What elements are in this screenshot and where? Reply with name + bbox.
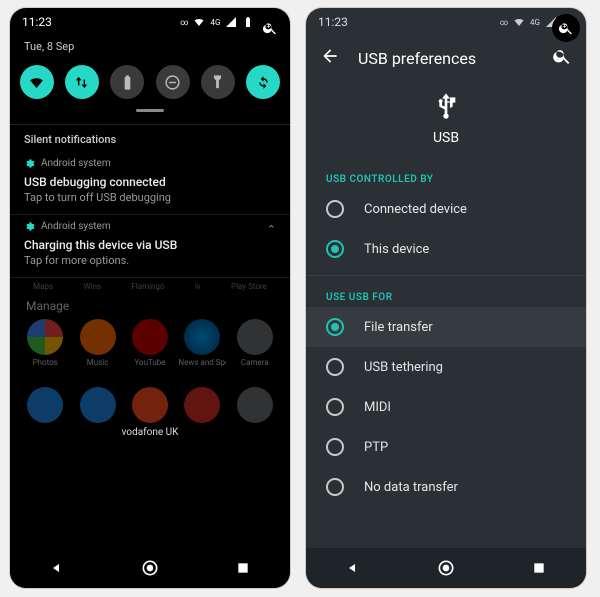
radio-icon <box>326 478 344 496</box>
qs-tile-dnd[interactable] <box>156 65 190 99</box>
notif-title: Charging this device via USB <box>24 238 276 252</box>
dock-messages[interactable] <box>72 387 122 423</box>
qs-expand-handle[interactable] <box>136 109 164 112</box>
radio-label: File transfer <box>364 320 433 335</box>
app-photos[interactable]: Photos <box>20 319 70 367</box>
page-title: USB preferences <box>358 49 534 68</box>
notif-sub: Tap to turn off USB debugging <box>24 191 276 204</box>
notif-title: USB debugging connected <box>24 175 276 189</box>
dock-camera[interactable] <box>230 387 280 423</box>
divider <box>306 275 586 276</box>
navigation-bar <box>306 548 586 588</box>
net-label: 4G <box>530 18 540 27</box>
qs-header: Tue, 8 Sep <box>10 36 290 61</box>
net-label: 4G <box>210 18 220 27</box>
qs-tile-data[interactable] <box>65 65 99 99</box>
wifi-icon <box>193 16 205 28</box>
search-button[interactable] <box>552 46 572 70</box>
qs-tile-flashlight[interactable] <box>201 65 235 99</box>
notification-usb-debugging[interactable]: Android system USB debugging connected T… <box>10 152 290 215</box>
signal-icon <box>225 16 237 28</box>
nav-recents[interactable] <box>232 557 254 579</box>
qs-tile-battery-saver[interactable] <box>110 65 144 99</box>
date-label: Tue, 8 Sep <box>24 40 74 53</box>
usb-icon <box>430 92 462 124</box>
radio-label: No data transfer <box>364 480 458 495</box>
app-music[interactable]: Music <box>72 319 122 367</box>
navigation-bar <box>10 548 290 588</box>
qs-tile-auto-rotate[interactable] <box>246 65 280 99</box>
radio-icon <box>326 318 344 336</box>
phone-notifications-shade: 11:23 ∞ 4G 64% Tue, 8 Sep Silent notific… <box>10 8 290 588</box>
wifi-icon <box>513 16 525 28</box>
nav-back[interactable] <box>46 557 68 579</box>
qs-tile-wifi[interactable] <box>20 65 54 99</box>
magnify-badge[interactable] <box>552 14 580 42</box>
radio-icon <box>326 438 344 456</box>
magnify-badge[interactable] <box>256 14 284 42</box>
dock-phone[interactable] <box>20 387 70 423</box>
usb-hero: USB <box>306 80 586 164</box>
manage-label[interactable]: Manage <box>18 297 282 319</box>
section-head-use-usb-for: USE USB FOR <box>306 282 586 307</box>
radio-icon <box>326 398 344 416</box>
gear-icon <box>24 221 35 232</box>
radio-label: Connected device <box>364 202 467 217</box>
radio-usb-tethering[interactable]: USB tethering <box>306 347 586 387</box>
nav-home[interactable] <box>435 557 457 579</box>
radio-icon <box>326 240 344 258</box>
usb-hero-label: USB <box>433 130 459 146</box>
dock-gmail[interactable] <box>177 387 227 423</box>
radio-label: This device <box>364 242 429 257</box>
radio-no-data-transfer[interactable]: No data transfer <box>306 467 586 507</box>
gear-icon <box>24 158 35 169</box>
notif-sub: Tap for more options. <box>24 254 276 267</box>
radio-label: USB tethering <box>364 360 443 375</box>
radio-this-device[interactable]: This device <box>306 229 586 269</box>
section-head-controlled-by: USB CONTROLLED BY <box>306 164 586 189</box>
radio-file-transfer[interactable]: File transfer <box>306 307 586 347</box>
app-news[interactable]: News and Sport <box>177 319 227 367</box>
app-bar: USB preferences <box>306 36 586 80</box>
status-bar: 11:23 ∞ 4G <box>306 8 586 36</box>
carrier-label: vodafone UK <box>18 423 282 440</box>
app-drawer: Maps Wins Flamingo iv Play Store Manage … <box>10 278 290 548</box>
nav-home[interactable] <box>139 557 161 579</box>
radio-icon <box>326 358 344 376</box>
app-youtube[interactable]: YouTube <box>125 319 175 367</box>
nav-recents[interactable] <box>528 557 550 579</box>
chevron-up-icon[interactable]: ⌃ <box>267 223 276 236</box>
notif-source-label: Android system <box>41 158 111 169</box>
status-bar: 11:23 ∞ 4G 64% <box>10 8 290 36</box>
dock-brave[interactable] <box>125 387 175 423</box>
back-button[interactable] <box>320 46 340 70</box>
phone-usb-preferences: 11:23 ∞ 4G USB preferences USB USB CONTR… <box>306 8 586 588</box>
app-row-labels: Maps Wins Flamingo iv Play Store <box>18 282 282 291</box>
silent-section-label: Silent notifications <box>10 127 290 152</box>
radio-label: MIDI <box>364 400 391 415</box>
notification-usb-charging[interactable]: ⌃ Android system Charging this device vi… <box>10 215 290 278</box>
notif-source-label: Android system <box>41 221 111 232</box>
nav-back[interactable] <box>342 557 364 579</box>
app-camera[interactable]: Camera <box>230 319 280 367</box>
clock: 11:23 <box>318 15 348 29</box>
radio-icon <box>326 200 344 218</box>
clock: 11:23 <box>22 15 52 29</box>
radio-label: PTP <box>364 440 388 455</box>
battery-icon <box>242 16 254 28</box>
radio-connected-device[interactable]: Connected device <box>306 189 586 229</box>
quick-settings-row <box>10 61 290 109</box>
radio-ptp[interactable]: PTP <box>306 427 586 467</box>
radio-midi[interactable]: MIDI <box>306 387 586 427</box>
